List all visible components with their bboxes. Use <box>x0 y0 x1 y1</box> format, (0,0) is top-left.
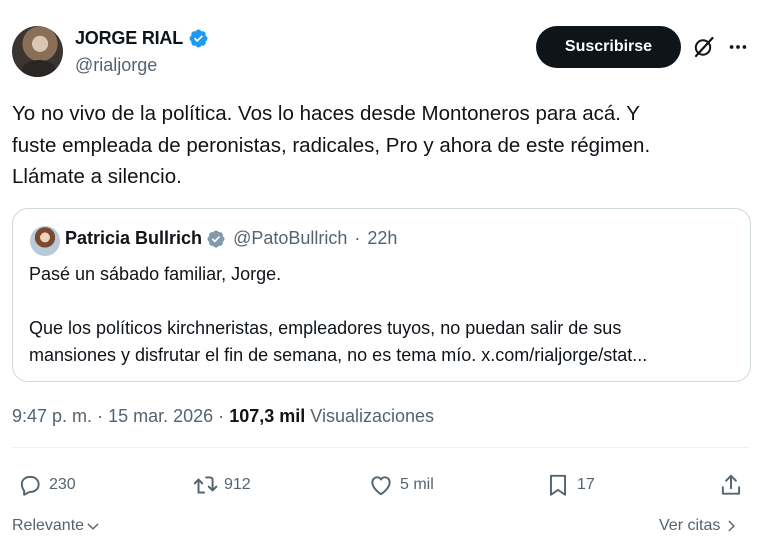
retweet-icon <box>193 476 218 494</box>
view-quotes-label: Ver citas <box>659 517 721 534</box>
subscribe-button[interactable]: Suscribirse <box>536 26 681 68</box>
view-quotes-link[interactable]: Ver citas <box>659 517 738 535</box>
meta-separator: · <box>354 228 361 248</box>
author-avatar[interactable] <box>12 26 63 77</box>
quoted-text-line: mansiones y disfrutar el fin de semana, … <box>29 345 648 365</box>
tweet-text: Yo no vivo de la política. Vos lo haces … <box>12 98 752 193</box>
chevron-right-icon <box>728 520 735 532</box>
bookmark-icon <box>549 474 567 496</box>
tweet-text-line: Yo no vivo de la política. Vos lo haces … <box>12 102 640 125</box>
reply-button[interactable]: 230 <box>17 472 76 498</box>
quoted-tweet-text: Pasé un sábado familiar, Jorge. Que los … <box>29 261 739 369</box>
quoted-author-name[interactable]: Patricia Bullrich <box>65 228 202 249</box>
quoted-tweet-time[interactable]: 22h <box>367 228 397 249</box>
tweet-meta: 9:47 p. m. · 15 mar. 2026 · 107,3 mil Vi… <box>12 406 434 427</box>
grok-icon[interactable] <box>692 35 716 59</box>
share-button[interactable] <box>718 472 744 498</box>
tweet-text-line: Llámate a silencio. <box>12 165 182 188</box>
quoted-author-avatar[interactable] <box>30 226 60 256</box>
bookmark-count: 17 <box>577 476 595 493</box>
bookmark-button[interactable]: 17 <box>545 472 595 498</box>
sort-label: Relevante <box>12 517 85 534</box>
verified-gray-badge-icon <box>207 229 225 248</box>
views-label: Visualizaciones <box>310 406 435 426</box>
tweet-time[interactable]: 9:47 p. m. <box>12 406 92 426</box>
quoted-tweet-header: Patricia Bullrich @PatoBullrich · 22h <box>65 228 397 249</box>
like-count: 5 mil <box>400 476 434 493</box>
more-icon[interactable] <box>727 36 749 58</box>
meta-separator: · <box>218 406 225 426</box>
like-button[interactable]: 5 mil <box>368 472 434 498</box>
quoted-author-handle[interactable]: @PatoBullrich <box>233 228 347 249</box>
reply-icon <box>20 475 40 496</box>
divider <box>12 447 750 448</box>
tweet-text-line: fuste empleada de peronistas, radicales,… <box>12 133 651 157</box>
quoted-text-line: Que los políticos kirchneristas, emplead… <box>29 318 622 338</box>
author-handle[interactable]: @rialjorge <box>75 55 157 76</box>
reply-count: 230 <box>49 476 76 493</box>
chevron-down-icon <box>87 523 99 530</box>
retweet-count: 912 <box>224 476 251 493</box>
verified-badge-icon <box>189 29 208 48</box>
views-count: 107,3 mil <box>229 406 306 426</box>
sort-replies-dropdown[interactable]: Relevante <box>12 517 100 535</box>
quoted-tweet-card[interactable]: Patricia Bullrich @PatoBullrich · 22h Pa… <box>12 208 751 382</box>
retweet-button[interactable]: 912 <box>192 472 251 498</box>
heart-icon <box>371 476 391 496</box>
meta-separator: · <box>97 406 104 426</box>
author-name[interactable]: JORGE RIAL <box>75 28 183 49</box>
author-name-row: JORGE RIAL <box>75 28 209 49</box>
share-icon <box>721 474 741 495</box>
quoted-text-line: Pasé un sábado familiar, Jorge. <box>29 264 282 284</box>
tweet-date[interactable]: 15 mar. 2026 <box>108 406 213 426</box>
